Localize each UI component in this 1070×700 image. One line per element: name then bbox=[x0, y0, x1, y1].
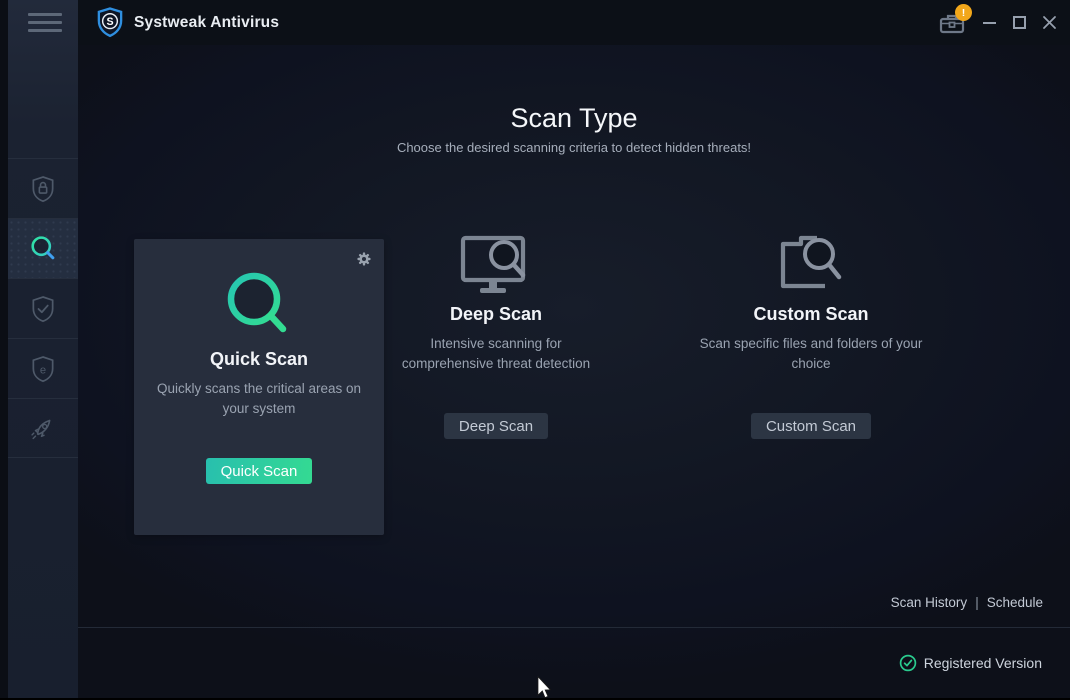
deep-scan-section: Deep Scan Intensive scanning for compreh… bbox=[376, 194, 616, 490]
registered-version-label: Registered Version bbox=[923, 655, 1042, 671]
window-edge-strip bbox=[0, 0, 8, 700]
monitor-magnifier-icon bbox=[460, 235, 526, 293]
custom-scan-section: Custom Scan Scan specific files and fold… bbox=[691, 194, 931, 490]
close-icon bbox=[1042, 16, 1056, 29]
scan-history-link[interactable]: Scan History bbox=[891, 595, 968, 610]
schedule-link[interactable]: Schedule bbox=[987, 595, 1043, 610]
hamburger-icon bbox=[28, 13, 62, 16]
magnifier-icon bbox=[227, 272, 287, 333]
footer-links: Scan History | Schedule bbox=[891, 595, 1043, 610]
app-title: Systweak Antivirus bbox=[134, 13, 280, 31]
card-description: Quickly scans the critical areas on your… bbox=[156, 381, 362, 416]
sidebar-item-optimizer[interactable] bbox=[8, 398, 78, 458]
app-window: S Systweak Antivirus ! e Scan Type Choos… bbox=[0, 0, 1070, 700]
shield-lock-icon bbox=[32, 175, 54, 202]
svg-text:e: e bbox=[40, 364, 46, 376]
page-head: Scan Type Choose the desired scanning cr… bbox=[78, 103, 1070, 155]
sidebar-item-protection[interactable] bbox=[8, 158, 78, 218]
toolbox-notification-button[interactable]: ! bbox=[930, 0, 974, 45]
card-title: Deep Scan bbox=[449, 304, 543, 324]
footer-divider bbox=[78, 627, 1070, 628]
folder-magnifier-icon bbox=[780, 235, 842, 289]
sidebar-item-status[interactable] bbox=[8, 278, 78, 338]
registered-version-status: Registered Version bbox=[899, 654, 1042, 672]
gear-icon[interactable] bbox=[355, 250, 373, 268]
custom-scan-button[interactable]: Custom Scan bbox=[750, 413, 872, 439]
check-circle-icon bbox=[899, 654, 916, 672]
sidebar-nav: e bbox=[8, 158, 78, 458]
systweak-shield-logo-icon: S bbox=[97, 7, 123, 38]
card-title: Quick Scan bbox=[209, 349, 309, 369]
page-subtitle: Choose the desired scanning criteria to … bbox=[396, 140, 752, 155]
minimize-button[interactable] bbox=[974, 0, 1004, 45]
sidebar: e bbox=[0, 0, 78, 700]
minimize-icon bbox=[982, 21, 996, 24]
rocket-icon bbox=[31, 419, 51, 440]
card-title: Custom Scan bbox=[753, 304, 869, 324]
menu-button[interactable] bbox=[28, 13, 62, 32]
quick-scan-card[interactable]: Quick Scan Quickly scans the critical ar… bbox=[134, 239, 384, 535]
search-icon bbox=[31, 235, 55, 259]
shield-check-icon bbox=[32, 295, 54, 322]
window-controls: ! bbox=[930, 0, 1070, 45]
maximize-icon bbox=[1012, 16, 1026, 29]
page-title: Scan Type bbox=[510, 103, 638, 133]
link-separator: | bbox=[975, 595, 979, 610]
maximize-button[interactable] bbox=[1004, 0, 1034, 45]
shield-e-icon: e bbox=[32, 355, 54, 382]
sidebar-item-scan[interactable] bbox=[8, 218, 78, 278]
deep-scan-button[interactable]: Deep Scan bbox=[443, 413, 549, 439]
card-description: Intensive scanning for comprehensive thr… bbox=[401, 336, 591, 371]
titlebar: S Systweak Antivirus ! bbox=[78, 0, 1070, 45]
close-button[interactable] bbox=[1034, 0, 1064, 45]
sidebar-item-web-protection[interactable]: e bbox=[8, 338, 78, 398]
quick-scan-button[interactable]: Quick Scan bbox=[205, 458, 313, 484]
notification-badge: ! bbox=[955, 4, 972, 21]
svg-text:S: S bbox=[106, 16, 113, 28]
card-description: Scan specific files and folders of your … bbox=[699, 336, 923, 371]
